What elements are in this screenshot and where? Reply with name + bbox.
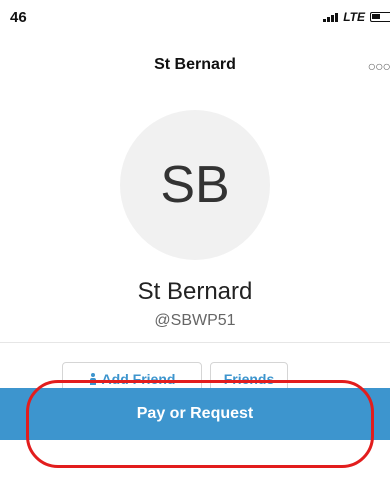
pay-or-request-label: Pay or Request — [136, 405, 254, 422]
avatar-initials: SB — [160, 156, 230, 214]
network-label: LTE — [343, 10, 365, 24]
person-icon — [89, 373, 97, 385]
profile-username: @SBWP51 — [154, 312, 236, 329]
battery-icon — [370, 12, 390, 22]
pay-or-request-button[interactable]: Pay or Request — [0, 388, 390, 440]
status-time: 46 — [10, 8, 27, 26]
status-bar: 46 LTE — [0, 0, 390, 34]
status-indicators: LTE — [323, 10, 390, 24]
page-title: St Bernard — [154, 56, 236, 73]
more-icon[interactable]: ○○○ — [368, 58, 390, 74]
add-friend-label: Add Friend — [101, 371, 176, 387]
profile-display-name: St Bernard — [137, 278, 253, 305]
friends-label: Friends — [223, 371, 275, 387]
avatar: SB — [120, 110, 270, 260]
divider — [0, 342, 390, 343]
signal-icon — [323, 12, 339, 22]
